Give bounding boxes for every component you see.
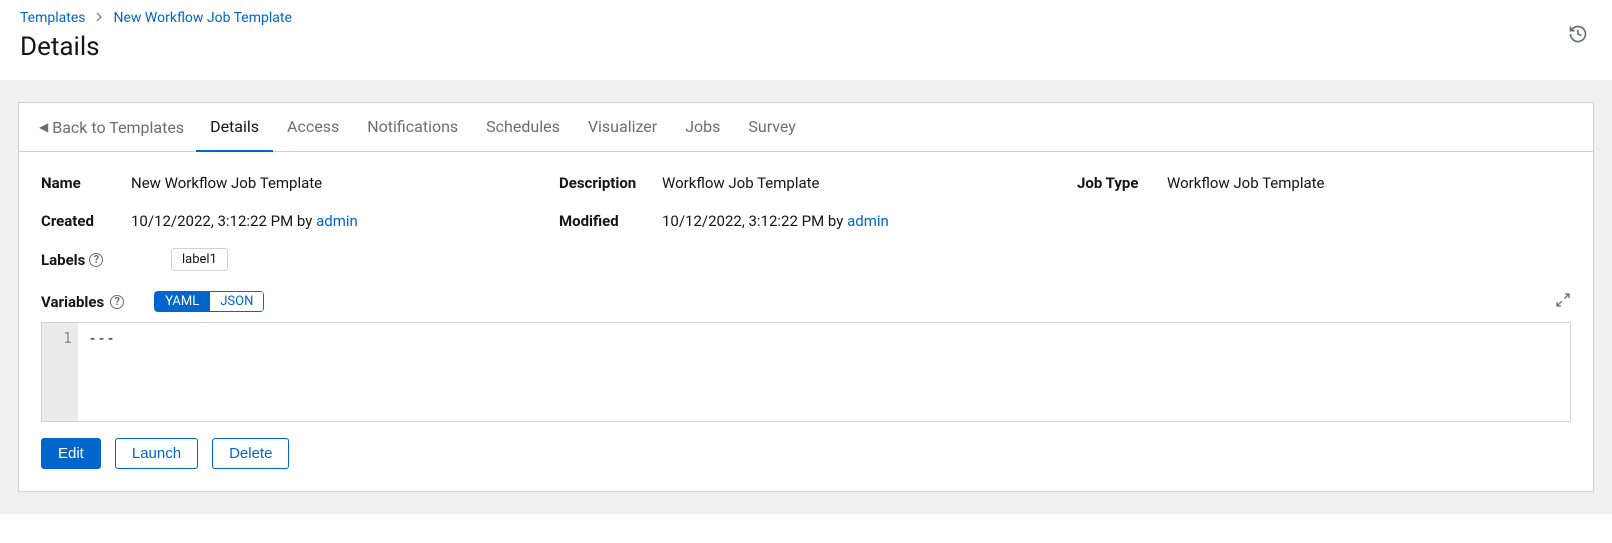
details-card: ◀ Back to Templates Details Access Notif… <box>18 102 1594 492</box>
job-type-label: Job Type <box>1077 174 1167 192</box>
label-chip: label1 <box>171 248 228 271</box>
modified-value: 10/12/2022, 3:12:22 PM by admin <box>662 212 889 230</box>
tab-details[interactable]: Details <box>196 103 273 152</box>
labels-label-text: Labels <box>41 251 85 269</box>
tab-bar: ◀ Back to Templates Details Access Notif… <box>19 103 1593 152</box>
code-content: --- <box>78 323 1570 421</box>
labels-label: Labels ? <box>41 251 131 269</box>
variables-label-text: Variables <box>41 293 104 311</box>
delete-button[interactable]: Delete <box>212 438 289 469</box>
modified-label: Modified <box>559 212 662 230</box>
created-date: 10/12/2022, 3:12:22 PM by <box>131 212 316 230</box>
tab-access[interactable]: Access <box>273 103 353 152</box>
edit-button[interactable]: Edit <box>41 438 101 469</box>
breadcrumb: Templates New Workflow Job Template <box>20 10 1592 26</box>
help-icon[interactable]: ? <box>89 253 103 267</box>
history-icon[interactable] <box>1568 24 1588 48</box>
description-label: Description <box>559 174 662 192</box>
tab-visualizer[interactable]: Visualizer <box>574 103 671 152</box>
created-value: 10/12/2022, 3:12:22 PM by admin <box>131 212 358 230</box>
expand-icon[interactable] <box>1555 292 1571 312</box>
breadcrumb-templates-link[interactable]: Templates <box>20 10 86 26</box>
help-icon[interactable]: ? <box>110 295 124 309</box>
name-value: New Workflow Job Template <box>131 174 322 192</box>
code-gutter: 1 <box>42 323 78 421</box>
name-label: Name <box>41 174 131 192</box>
back-link-label: Back to Templates <box>52 118 184 137</box>
back-to-templates-link[interactable]: ◀ Back to Templates <box>39 104 196 151</box>
page-title: Details <box>20 32 1592 62</box>
tab-jobs[interactable]: Jobs <box>671 103 734 152</box>
tab-schedules[interactable]: Schedules <box>472 103 574 152</box>
job-type-value: Workflow Job Template <box>1167 174 1325 192</box>
launch-button[interactable]: Launch <box>115 438 198 469</box>
created-user-link[interactable]: admin <box>316 212 358 230</box>
chevron-right-icon <box>96 10 104 26</box>
json-toggle[interactable]: JSON <box>209 291 264 312</box>
code-editor[interactable]: 1 --- <box>41 322 1571 422</box>
tab-survey[interactable]: Survey <box>734 103 809 152</box>
variables-label: Variables ? <box>41 293 124 311</box>
format-toggle: YAML JSON <box>154 291 264 312</box>
created-label: Created <box>41 212 131 230</box>
breadcrumb-current-link[interactable]: New Workflow Job Template <box>114 10 292 26</box>
caret-left-icon: ◀ <box>39 120 48 134</box>
tab-notifications[interactable]: Notifications <box>353 103 472 152</box>
modified-user-link[interactable]: admin <box>847 212 889 230</box>
modified-date: 10/12/2022, 3:12:22 PM by <box>662 212 847 230</box>
description-value: Workflow Job Template <box>662 174 820 192</box>
yaml-toggle[interactable]: YAML <box>154 291 210 312</box>
